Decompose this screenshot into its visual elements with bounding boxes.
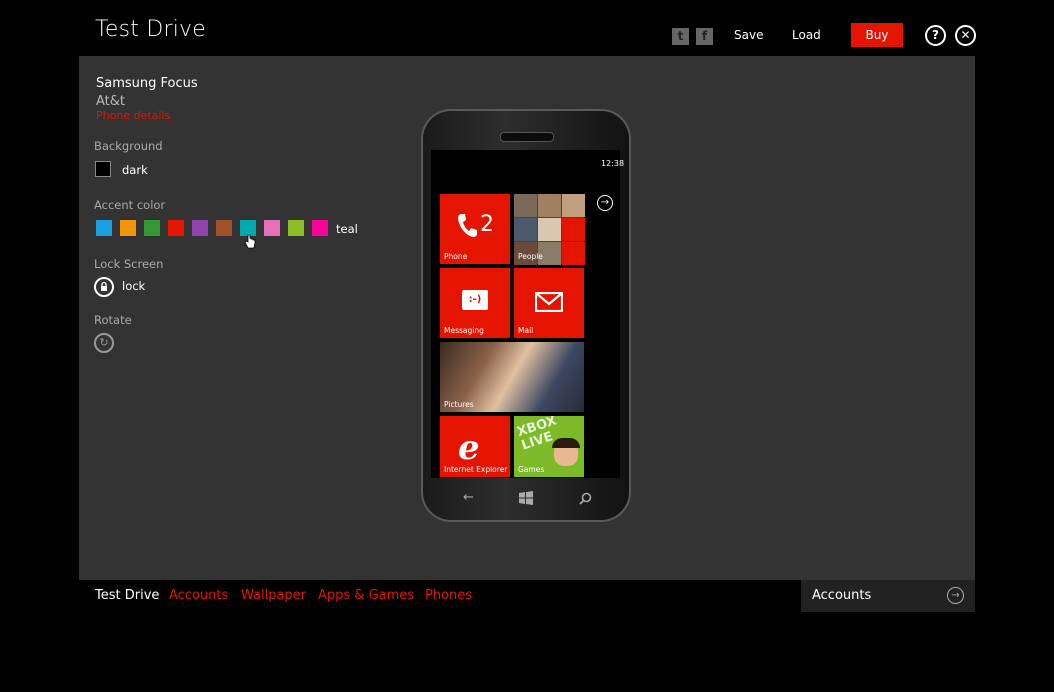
- tile-mail[interactable]: Mail: [514, 268, 584, 338]
- phone-name: Samsung Focus: [96, 76, 198, 91]
- tile-people[interactable]: People: [514, 194, 585, 265]
- tile-xbox-label: Games: [518, 465, 545, 474]
- background-swatch[interactable]: [95, 161, 111, 177]
- phone-clock: 12:38: [601, 159, 625, 168]
- lock-screen-value: lock: [122, 279, 146, 293]
- twitter-icon[interactable]: t: [672, 28, 689, 45]
- tile-messaging[interactable]: :-) Messaging: [440, 268, 510, 338]
- phone-missed-count: 2: [480, 212, 494, 237]
- tile-internet-explorer[interactable]: e Internet Explorer: [440, 416, 510, 477]
- accent-color-label: Accent color: [94, 198, 166, 212]
- accent-swatch[interactable]: [216, 220, 232, 236]
- rotate-icon[interactable]: ↻: [94, 333, 114, 353]
- tile-messaging-label: Messaging: [444, 326, 484, 335]
- ie-logo-icon: e: [458, 428, 480, 468]
- accent-swatch[interactable]: [144, 220, 160, 236]
- lock-screen-label: Lock Screen: [94, 257, 164, 271]
- mail-icon: [535, 292, 563, 312]
- nav-item[interactable]: Phones: [425, 588, 472, 603]
- nav-item[interactable]: Apps & Games: [318, 588, 414, 603]
- accent-swatch[interactable]: [264, 220, 280, 236]
- tile-phone[interactable]: 2 Phone: [440, 194, 510, 264]
- accent-swatch[interactable]: [168, 220, 184, 236]
- tile-pictures-label: Pictures: [444, 400, 474, 409]
- back-icon[interactable]: ←: [463, 490, 474, 505]
- phone-details-link[interactable]: Phone details: [96, 109, 170, 122]
- tile-xbox-live[interactable]: XBOX LIVE Games: [514, 416, 584, 477]
- next-panel[interactable]: Accounts →: [801, 580, 975, 612]
- tile-ie-label: Internet Explorer: [444, 465, 508, 474]
- accent-swatch[interactable]: [120, 220, 136, 236]
- load-button[interactable]: Load: [792, 28, 821, 42]
- accent-swatch[interactable]: [96, 220, 112, 236]
- arrow-right-circle-icon[interactable]: →: [947, 587, 964, 604]
- windows-start-icon[interactable]: [518, 491, 534, 505]
- search-icon[interactable]: [579, 492, 592, 505]
- phone-speaker: [500, 132, 554, 142]
- hand-cursor-icon: [244, 234, 256, 249]
- tile-mail-label: Mail: [518, 326, 534, 335]
- buy-button[interactable]: Buy: [851, 23, 903, 47]
- accent-swatch[interactable]: [288, 220, 304, 236]
- app-title: Test Drive: [95, 17, 206, 42]
- facebook-icon[interactable]: f: [696, 28, 713, 45]
- background-value: dark: [122, 163, 148, 177]
- messaging-icon: :-): [462, 290, 488, 310]
- accent-swatch[interactable]: [312, 220, 328, 236]
- accent-swatch[interactable]: [192, 220, 208, 236]
- arrow-right-circle-icon[interactable]: →: [597, 195, 613, 211]
- close-icon[interactable]: ✕: [955, 25, 976, 46]
- nav-item[interactable]: Test Drive: [95, 588, 159, 603]
- tile-phone-label: Phone: [444, 252, 468, 261]
- rotate-label: Rotate: [94, 313, 132, 327]
- tile-pictures[interactable]: Pictures: [440, 342, 584, 412]
- tile-people-label: People: [518, 252, 543, 261]
- save-button[interactable]: Save: [734, 28, 763, 42]
- phone-icon: [458, 214, 477, 237]
- lock-icon[interactable]: [94, 277, 114, 297]
- background-label: Background: [94, 139, 163, 153]
- next-panel-label: Accounts: [812, 588, 872, 603]
- carrier-name: At&t: [96, 94, 125, 109]
- avatar-hair: [552, 438, 580, 448]
- nav-item[interactable]: Wallpaper: [241, 588, 306, 603]
- accent-color-value: teal: [336, 222, 358, 236]
- nav-item[interactable]: Accounts: [169, 588, 228, 603]
- help-icon[interactable]: ?: [925, 25, 946, 46]
